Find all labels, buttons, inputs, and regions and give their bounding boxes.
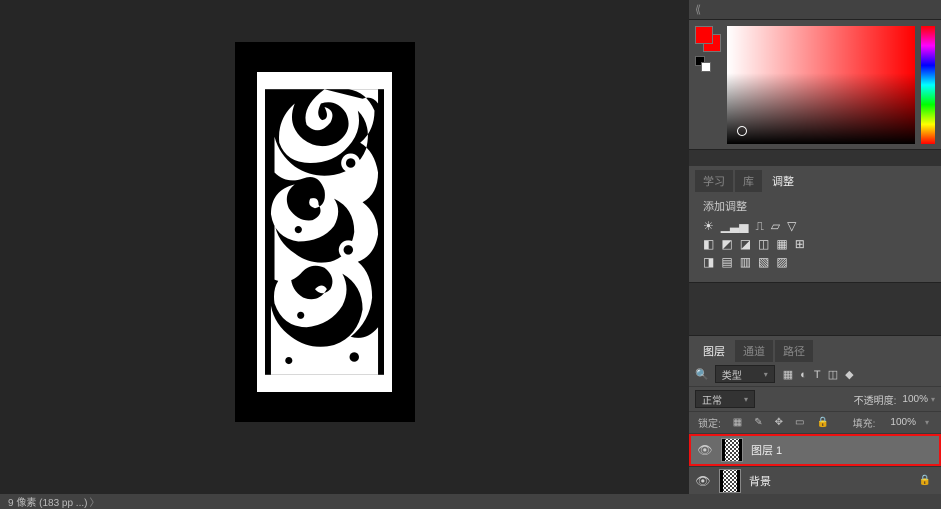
- brightness-icon[interactable]: ☀: [703, 220, 714, 232]
- fill-label: 填充:: [853, 415, 876, 430]
- adjust-row-2: ◧ ◩ ◪ ◫ ▦ ⊞: [703, 238, 931, 250]
- lock-label: 锁定:: [698, 415, 721, 430]
- blend-mode-select[interactable]: 正常▾: [695, 390, 755, 408]
- invert-icon[interactable]: ◨: [703, 256, 714, 268]
- exposure-icon[interactable]: ▱: [771, 220, 780, 232]
- fill-value[interactable]: 100%▾: [887, 417, 932, 428]
- lock-pixels-icon[interactable]: ▦: [733, 417, 742, 428]
- artwork: [257, 72, 392, 392]
- layer-filter-row: 🔍 类型▾ ▦ ◐ T ◫ ◆: [689, 362, 941, 387]
- opacity-label: 不透明度:: [854, 392, 897, 407]
- adjust-row-3: ◨ ▤ ▥ ▧ ▨: [703, 256, 931, 268]
- layer-name[interactable]: 图层 1: [751, 442, 782, 458]
- mixer-icon[interactable]: ▦: [776, 238, 787, 250]
- tab-library[interactable]: 库: [735, 170, 762, 192]
- layers-list: 👁 图层 1 👁 背景 🔒: [689, 434, 941, 494]
- lookup-icon[interactable]: ⊞: [795, 238, 805, 250]
- filter-type-icon[interactable]: T: [814, 369, 821, 381]
- posterize-icon[interactable]: ▤: [721, 256, 732, 268]
- layers-panel: 图层 通道 路径 🔍 类型▾ ▦ ◐ T ◫ ◆ 正常▾: [689, 335, 941, 494]
- panel-collapse-icon[interactable]: ⟪: [689, 0, 941, 20]
- lock-position-icon[interactable]: ✥: [775, 417, 783, 428]
- opacity-value[interactable]: 100%▾: [902, 394, 935, 405]
- document-canvas[interactable]: [235, 42, 415, 422]
- right-panel-column: ⟪ 学习 库 调整 添加调整 ☀: [689, 0, 941, 494]
- status-bar: 9 像素 (183 pp ...) 〉: [0, 494, 941, 509]
- scroll-pattern: [265, 80, 384, 384]
- lock-artboard-icon[interactable]: ▭: [795, 417, 804, 428]
- adjustments-title: 添加调整: [703, 198, 931, 214]
- color-field[interactable]: [727, 26, 915, 144]
- color-cursor: [737, 126, 747, 136]
- lock-brush-icon[interactable]: ✎: [754, 417, 762, 428]
- layer-name[interactable]: 背景: [749, 473, 771, 489]
- layer-filter-type[interactable]: 类型▾: [715, 365, 775, 383]
- status-chevron-icon[interactable]: 〉: [89, 494, 99, 509]
- status-pixels: 9 像素 (183 pp ...): [8, 494, 87, 509]
- layer-filter-icons[interactable]: ▦ ◐ T ◫ ◆: [781, 368, 856, 381]
- fg-color-swatch[interactable]: [695, 26, 713, 44]
- threshold-icon[interactable]: ▥: [740, 256, 751, 268]
- selective-icon[interactable]: ▨: [776, 256, 787, 268]
- hue-slider[interactable]: [921, 26, 935, 144]
- tab-learn[interactable]: 学习: [695, 170, 733, 192]
- layer-item-bg[interactable]: 👁 背景 🔒: [689, 466, 941, 494]
- photo-filter-icon[interactable]: ◫: [758, 238, 769, 250]
- layer-thumbnail[interactable]: [719, 469, 741, 493]
- color-picker-panel: [689, 20, 941, 150]
- adjustments-panel: 学习 库 调整 添加调整 ☀ ▁▃▅ ⎍ ▱ ▽ ◧ ◩ ◪ ◫ ▦: [689, 166, 941, 283]
- filter-smart-icon[interactable]: ◆: [845, 369, 853, 381]
- tab-channels[interactable]: 通道: [735, 340, 773, 362]
- bg-lock-icon[interactable]: 🔒: [919, 475, 931, 486]
- adjust-row-1: ☀ ▁▃▅ ⎍ ▱ ▽: [703, 220, 931, 232]
- visibility-toggle[interactable]: 👁: [695, 474, 711, 488]
- curves-icon[interactable]: ⎍: [755, 220, 763, 232]
- tab-adjustments[interactable]: 调整: [764, 170, 802, 192]
- filter-pixel-icon[interactable]: ▦: [783, 369, 793, 381]
- filter-adjust-icon[interactable]: ◐: [800, 369, 807, 381]
- balance-icon[interactable]: ◩: [721, 238, 732, 250]
- vibrance-icon[interactable]: ▽: [787, 220, 796, 232]
- canvas-area[interactable]: [0, 0, 689, 494]
- gradient-map-icon[interactable]: ▧: [758, 256, 769, 268]
- layer-thumbnail[interactable]: [721, 438, 743, 462]
- tab-layers[interactable]: 图层: [695, 340, 733, 362]
- bw-icon[interactable]: ◪: [740, 238, 751, 250]
- filter-shape-icon[interactable]: ◫: [828, 369, 838, 381]
- layer-item-1[interactable]: 👁 图层 1: [689, 434, 941, 466]
- hue-icon[interactable]: ◧: [703, 238, 714, 250]
- visibility-toggle[interactable]: 👁: [697, 443, 713, 457]
- lock-all-icon[interactable]: 🔒: [816, 417, 828, 428]
- levels-icon[interactable]: ▁▃▅: [721, 220, 749, 232]
- fg-bg-swatches[interactable]: [695, 26, 721, 143]
- swap-colors-icon[interactable]: [701, 62, 711, 72]
- tab-paths[interactable]: 路径: [775, 340, 813, 362]
